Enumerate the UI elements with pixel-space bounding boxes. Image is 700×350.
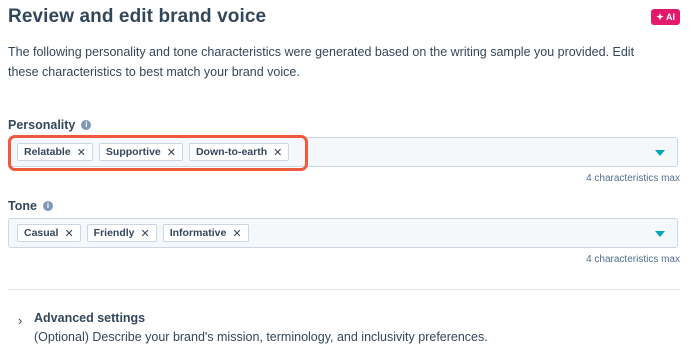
brand-voice-panel: Review and edit brand voice ✦ AI The fol… — [0, 0, 700, 350]
personality-label: Personality — [8, 118, 76, 132]
caret-down-icon[interactable] — [655, 231, 665, 237]
tone-select[interactable]: Casual ✕ Friendly ✕ Informative ✕ — [8, 218, 678, 248]
tone-max-note: 4 characteristics max — [586, 254, 680, 265]
divider — [8, 289, 680, 290]
chevron-right-icon[interactable]: › — [18, 313, 22, 328]
caret-down-icon[interactable] — [655, 150, 665, 156]
close-icon[interactable]: ✕ — [64, 227, 73, 240]
personality-max-note: 4 characteristics max — [586, 173, 680, 184]
tone-label-row: Tone i — [8, 199, 53, 213]
tag-friendly: Friendly ✕ — [86, 224, 157, 242]
advanced-settings-description: (Optional) Describe your brand's mission… — [34, 330, 488, 344]
info-icon[interactable]: i — [81, 120, 92, 130]
tag-informative: Informative ✕ — [162, 224, 249, 242]
close-icon[interactable]: ✕ — [141, 227, 150, 240]
tone-label: Tone — [8, 199, 37, 213]
page-title: Review and edit brand voice — [8, 6, 267, 27]
ai-badge: ✦ AI — [651, 9, 680, 25]
page-description: The following personality and tone chara… — [8, 45, 635, 79]
tone-tags: Casual ✕ Friendly ✕ Informative ✕ — [17, 224, 249, 242]
highlight-outline — [8, 135, 308, 171]
advanced-settings-toggle[interactable]: Advanced settings — [34, 311, 145, 325]
personality-label-row: Personality i — [8, 118, 92, 132]
close-icon[interactable]: ✕ — [232, 227, 241, 240]
tag-casual: Casual ✕ — [17, 224, 81, 242]
info-icon[interactable]: i — [42, 201, 53, 211]
